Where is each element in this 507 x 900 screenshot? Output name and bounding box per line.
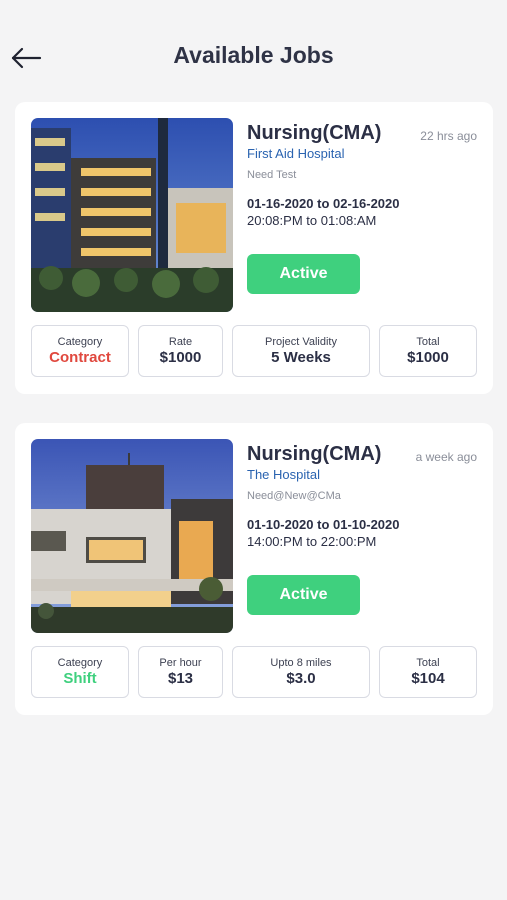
stat-validity: Project Validity 5 Weeks [232,325,370,377]
stat-label: Total [416,336,440,348]
stat-value: Contract [49,349,111,366]
stat-value: $13 [167,670,194,687]
job-note: Need Test [247,169,297,181]
job-card[interactable]: Nursing(CMA) 22 hrs ago First Aid Hospit… [15,102,493,394]
job-title: Nursing(CMA) [247,122,382,144]
stat-total: Total $104 [379,646,477,698]
stat-distance: Upto 8 miles $3.0 [232,646,370,698]
stat-label: Category [57,336,103,348]
hospital-name[interactable]: The Hospital [247,467,320,482]
stat-value: Shift [63,670,97,687]
date-range: 01-10-2020 to 01-10-2020 [247,517,400,532]
status-button[interactable]: Active [247,254,360,294]
job-note: Need@New@CMa [247,490,341,502]
stat-total: Total $1000 [379,325,477,377]
stat-per-hour: Per hour $13 [138,646,223,698]
stat-label: Upto 8 miles [270,657,332,669]
time-range: 14:00:PM to 22:00:PM [247,534,377,549]
stat-label: Rate [168,336,193,348]
date-range: 01-16-2020 to 02-16-2020 [247,196,400,211]
time-range: 20:08:PM to 01:08:AM [247,213,377,228]
stat-label: Total [416,657,440,669]
job-title: Nursing(CMA) [247,443,382,465]
status-button[interactable]: Active [247,575,360,615]
stat-category: Category Shift [31,646,129,698]
stat-label: Category [57,657,103,669]
stat-value: 5 Weeks [271,349,331,366]
app-header: Available Jobs [0,0,507,100]
job-card[interactable]: Nursing(CMA) a week ago The Hospital Nee… [15,423,493,715]
stat-value: $1000 [407,349,449,366]
hospital-name[interactable]: First Aid Hospital [247,146,345,161]
stat-category: Category Contract [31,325,129,377]
page-title: Available Jobs [173,42,334,68]
stat-value: $3.0 [286,670,316,687]
stat-label: Project Validity [265,336,337,348]
stat-value: $1000 [159,349,202,366]
stat-label: Per hour [159,657,202,669]
time-ago: a week ago [415,450,477,464]
stat-value: $104 [411,670,445,687]
time-ago: 22 hrs ago [420,129,477,143]
hospital-image [31,439,233,633]
hospital-image [31,118,233,312]
stat-rate: Rate $1000 [138,325,223,377]
